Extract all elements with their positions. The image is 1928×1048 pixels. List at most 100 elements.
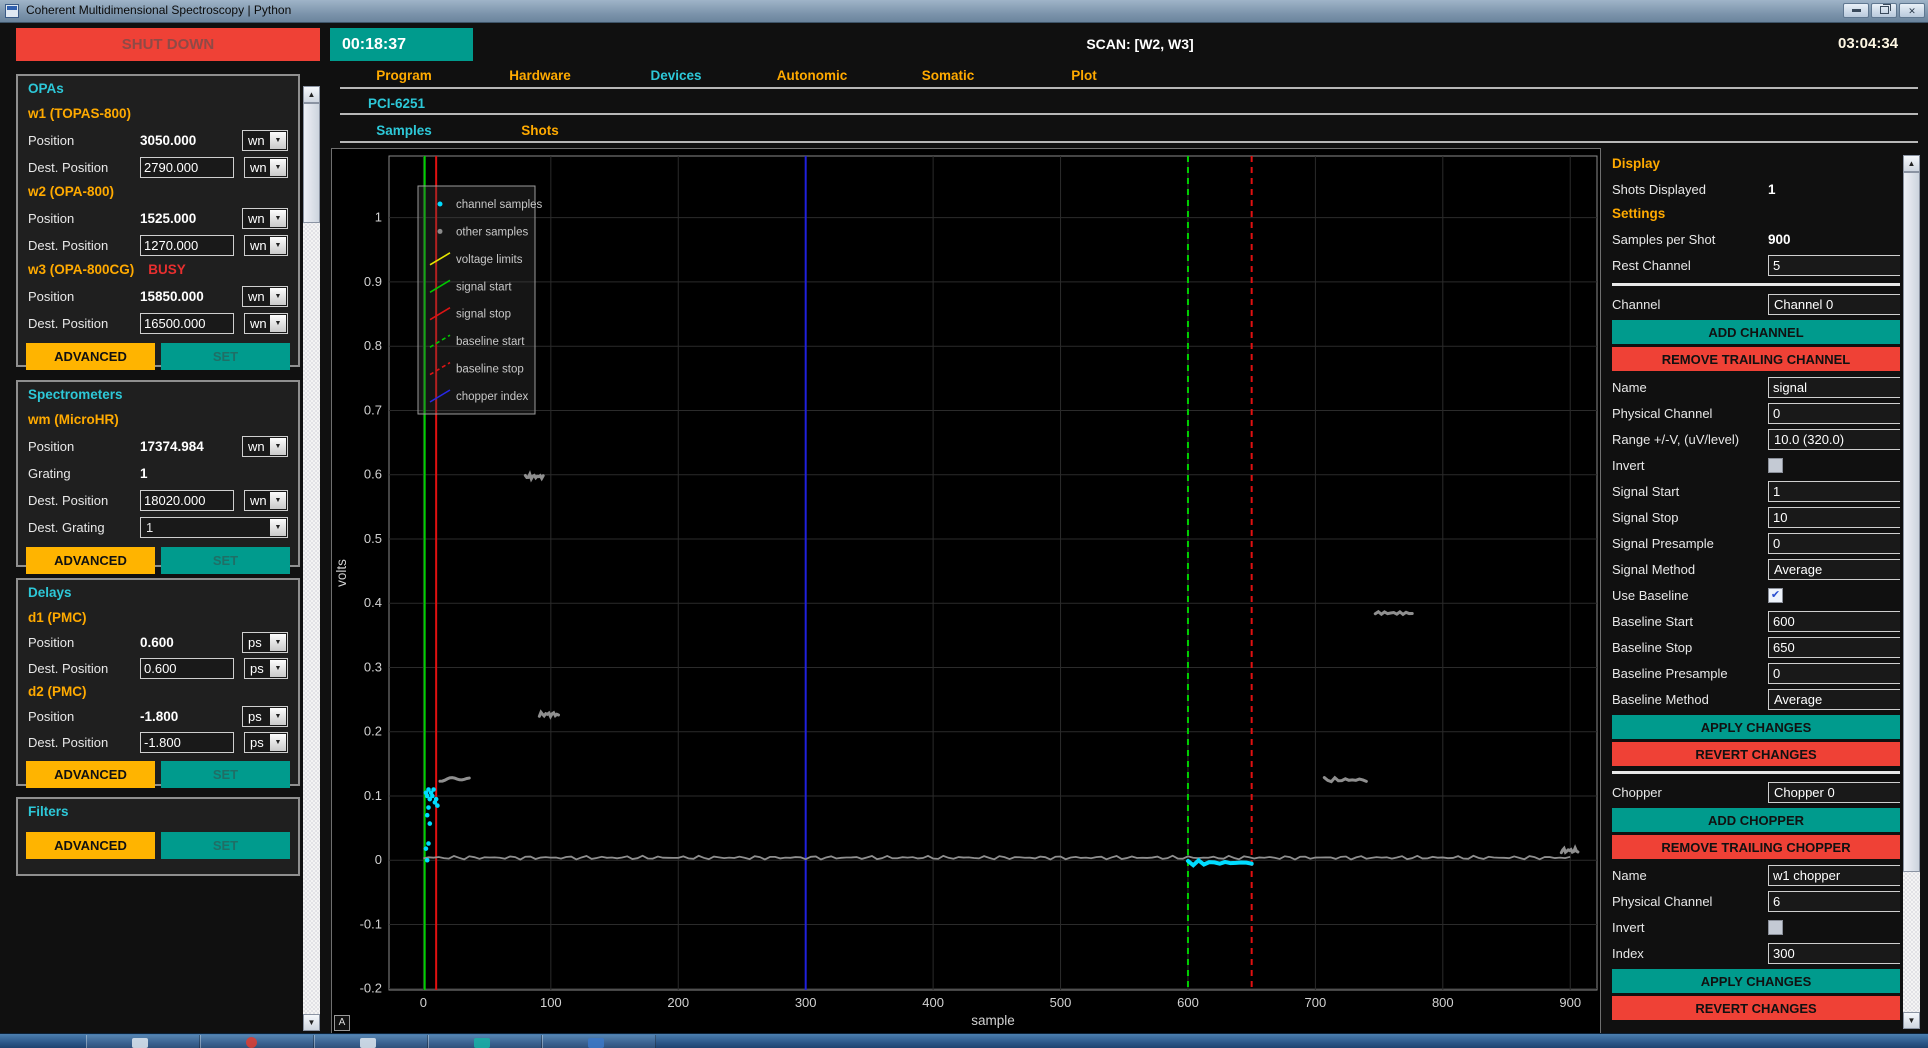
taskbar-button-4[interactable] bbox=[428, 1035, 542, 1048]
remove-trailing-chopper-button[interactable]: REMOVE TRAILING CHOPPER bbox=[1612, 835, 1900, 859]
settings-scrollbar[interactable]: ▲ ▼ bbox=[1903, 155, 1920, 1029]
scroll-down-icon[interactable]: ▼ bbox=[1903, 1012, 1920, 1029]
w2-dest-units-select[interactable]: wn▼ bbox=[244, 235, 288, 256]
tab-pci6251[interactable]: PCI-6251 bbox=[368, 96, 425, 111]
tab-devices[interactable]: Devices bbox=[608, 68, 744, 83]
taskbar-button-1[interactable] bbox=[86, 1035, 200, 1048]
apply-changes-button[interactable]: APPLY CHANGES bbox=[1612, 715, 1900, 739]
scroll-down-icon[interactable]: ▼ bbox=[303, 1014, 320, 1031]
tab-autonomic[interactable]: Autonomic bbox=[744, 68, 880, 83]
w1-dest-input[interactable] bbox=[140, 157, 234, 178]
restore-icon[interactable] bbox=[1871, 3, 1897, 18]
physical-channel-input[interactable] bbox=[1768, 403, 1900, 424]
wm-dest-input[interactable] bbox=[140, 490, 234, 511]
w2-dest-input[interactable] bbox=[140, 235, 234, 256]
shutdown-button[interactable]: SHUT DOWN bbox=[16, 28, 320, 61]
wm-dest-units-select[interactable]: wn▼ bbox=[244, 490, 288, 511]
remove-trailing-channel-button[interactable]: REMOVE TRAILING CHANNEL bbox=[1612, 347, 1900, 371]
signal-start-row: Signal Start bbox=[1612, 478, 1900, 504]
chopper-name-input[interactable] bbox=[1768, 865, 1900, 886]
svg-text:baseline start: baseline start bbox=[456, 336, 525, 348]
d1-position-units-select[interactable]: ps▼ bbox=[242, 632, 288, 653]
w1-position-units-select[interactable]: wn▼ bbox=[242, 130, 288, 151]
app-icon bbox=[360, 1038, 376, 1048]
tab-samples[interactable]: Samples bbox=[336, 123, 472, 138]
d2-position-units-select[interactable]: ps▼ bbox=[242, 706, 288, 727]
w3-dest-input[interactable] bbox=[140, 313, 234, 334]
baseline-stop-input[interactable] bbox=[1768, 637, 1900, 658]
spectrometers-advanced-button[interactable]: ADVANCED bbox=[26, 547, 155, 574]
chopper-apply-changes-button[interactable]: APPLY CHANGES bbox=[1612, 969, 1900, 993]
delays-set-button[interactable]: SET bbox=[161, 761, 290, 788]
content-scrollbar[interactable]: ▲ ▼ bbox=[303, 86, 320, 1031]
w2-position-units-select[interactable]: wn▼ bbox=[242, 208, 288, 229]
taskbar-button-5[interactable] bbox=[542, 1035, 656, 1048]
signal-start-input[interactable] bbox=[1768, 481, 1900, 502]
close-icon[interactable]: ✕ bbox=[1899, 3, 1925, 18]
use-baseline-checkbox[interactable]: ✔ bbox=[1768, 588, 1783, 603]
chopper-name-row: Name bbox=[1612, 862, 1900, 888]
channel-name-input[interactable] bbox=[1768, 377, 1900, 398]
taskbar-button-2[interactable] bbox=[200, 1035, 314, 1048]
d1-dest-units-select[interactable]: ps▼ bbox=[244, 658, 288, 679]
taskbar-button-3[interactable] bbox=[314, 1035, 428, 1048]
w3-position-value: 15850.000 bbox=[140, 289, 232, 304]
opas-set-button[interactable]: SET bbox=[161, 343, 290, 370]
svg-text:0.8: 0.8 bbox=[364, 338, 382, 353]
spectrometers-set-button[interactable]: SET bbox=[161, 547, 290, 574]
scrollbar-thumb[interactable] bbox=[303, 103, 320, 223]
chopper-index-input[interactable] bbox=[1768, 943, 1900, 964]
svg-text:0.9: 0.9 bbox=[364, 274, 382, 289]
tab-plot[interactable]: Plot bbox=[1016, 68, 1152, 83]
wm-grating-value: 1 bbox=[140, 466, 232, 481]
baseline-start-input[interactable] bbox=[1768, 611, 1900, 632]
minimize-icon[interactable] bbox=[1843, 3, 1869, 18]
svg-text:300: 300 bbox=[795, 995, 817, 1010]
delays-advanced-button[interactable]: ADVANCED bbox=[26, 761, 155, 788]
chopper-invert-checkbox[interactable]: ✔ bbox=[1768, 920, 1783, 935]
signal-presample-input[interactable] bbox=[1768, 533, 1900, 554]
chopper-physical-channel-input[interactable] bbox=[1768, 891, 1900, 912]
signal-method-select[interactable]: Average▼ bbox=[1768, 559, 1900, 580]
baseline-method-select[interactable]: Average▼ bbox=[1768, 689, 1900, 710]
channel-select[interactable]: Channel 0▼ bbox=[1768, 294, 1900, 315]
d2-dest-input[interactable] bbox=[140, 732, 234, 753]
invert-checkbox[interactable]: ✔ bbox=[1768, 458, 1783, 473]
channel-settings-panel: Display Shots Displayed 1 Settings Sampl… bbox=[1612, 148, 1900, 1032]
opas-advanced-button[interactable]: ADVANCED bbox=[26, 343, 155, 370]
plot-canvas[interactable]: 10.90.80.70.60.50.40.30.20.10-0.1-0.2010… bbox=[332, 149, 1600, 1033]
scrollbar-thumb[interactable] bbox=[1903, 172, 1920, 872]
add-chopper-button[interactable]: ADD CHOPPER bbox=[1612, 808, 1900, 832]
w3-position-units-select[interactable]: wn▼ bbox=[242, 286, 288, 307]
wm-dest-grating-select[interactable]: 1▼ bbox=[140, 517, 288, 538]
add-channel-button[interactable]: ADD CHANNEL bbox=[1612, 320, 1900, 344]
scroll-up-icon[interactable]: ▲ bbox=[303, 86, 320, 103]
invert-row: Invert ✔ bbox=[1612, 452, 1900, 478]
chopper-select[interactable]: Chopper 0▼ bbox=[1768, 782, 1900, 803]
channel-row: Channel Channel 0▼ bbox=[1612, 291, 1900, 317]
hardware-wm: wm (MicroHR) bbox=[28, 409, 288, 433]
filters-advanced-button[interactable]: ADVANCED bbox=[26, 832, 155, 859]
tab-hardware[interactable]: Hardware bbox=[472, 68, 608, 83]
w3-dest-units-select[interactable]: wn▼ bbox=[244, 313, 288, 334]
chopper-revert-changes-button[interactable]: REVERT CHANGES bbox=[1612, 996, 1900, 1020]
tab-shots[interactable]: Shots bbox=[472, 123, 608, 138]
rest-channel-input[interactable] bbox=[1768, 255, 1900, 276]
spectrometers-panel: Spectrometers wm (MicroHR) Position 1737… bbox=[16, 380, 300, 567]
plot-autorange-button[interactable]: A bbox=[334, 1015, 350, 1031]
filters-set-button[interactable]: SET bbox=[161, 832, 290, 859]
revert-changes-button[interactable]: REVERT CHANGES bbox=[1612, 742, 1900, 766]
scan-status: SCAN: [W2, W3] bbox=[1020, 36, 1260, 52]
wm-position-units-select[interactable]: wn▼ bbox=[242, 436, 288, 457]
tab-program[interactable]: Program bbox=[336, 68, 472, 83]
w1-dest-units-select[interactable]: wn▼ bbox=[244, 157, 288, 178]
samples-plot[interactable]: 10.90.80.70.60.50.40.30.20.10-0.1-0.2010… bbox=[331, 148, 1601, 1034]
svg-text:1: 1 bbox=[375, 210, 382, 225]
scroll-up-icon[interactable]: ▲ bbox=[1903, 155, 1920, 172]
baseline-presample-input[interactable] bbox=[1768, 663, 1900, 684]
tab-somatic[interactable]: Somatic bbox=[880, 68, 1016, 83]
range-select[interactable]: 10.0 (320.0)▼ bbox=[1768, 429, 1900, 450]
d1-dest-input[interactable] bbox=[140, 658, 234, 679]
signal-stop-input[interactable] bbox=[1768, 507, 1900, 528]
d2-dest-units-select[interactable]: ps▼ bbox=[244, 732, 288, 753]
